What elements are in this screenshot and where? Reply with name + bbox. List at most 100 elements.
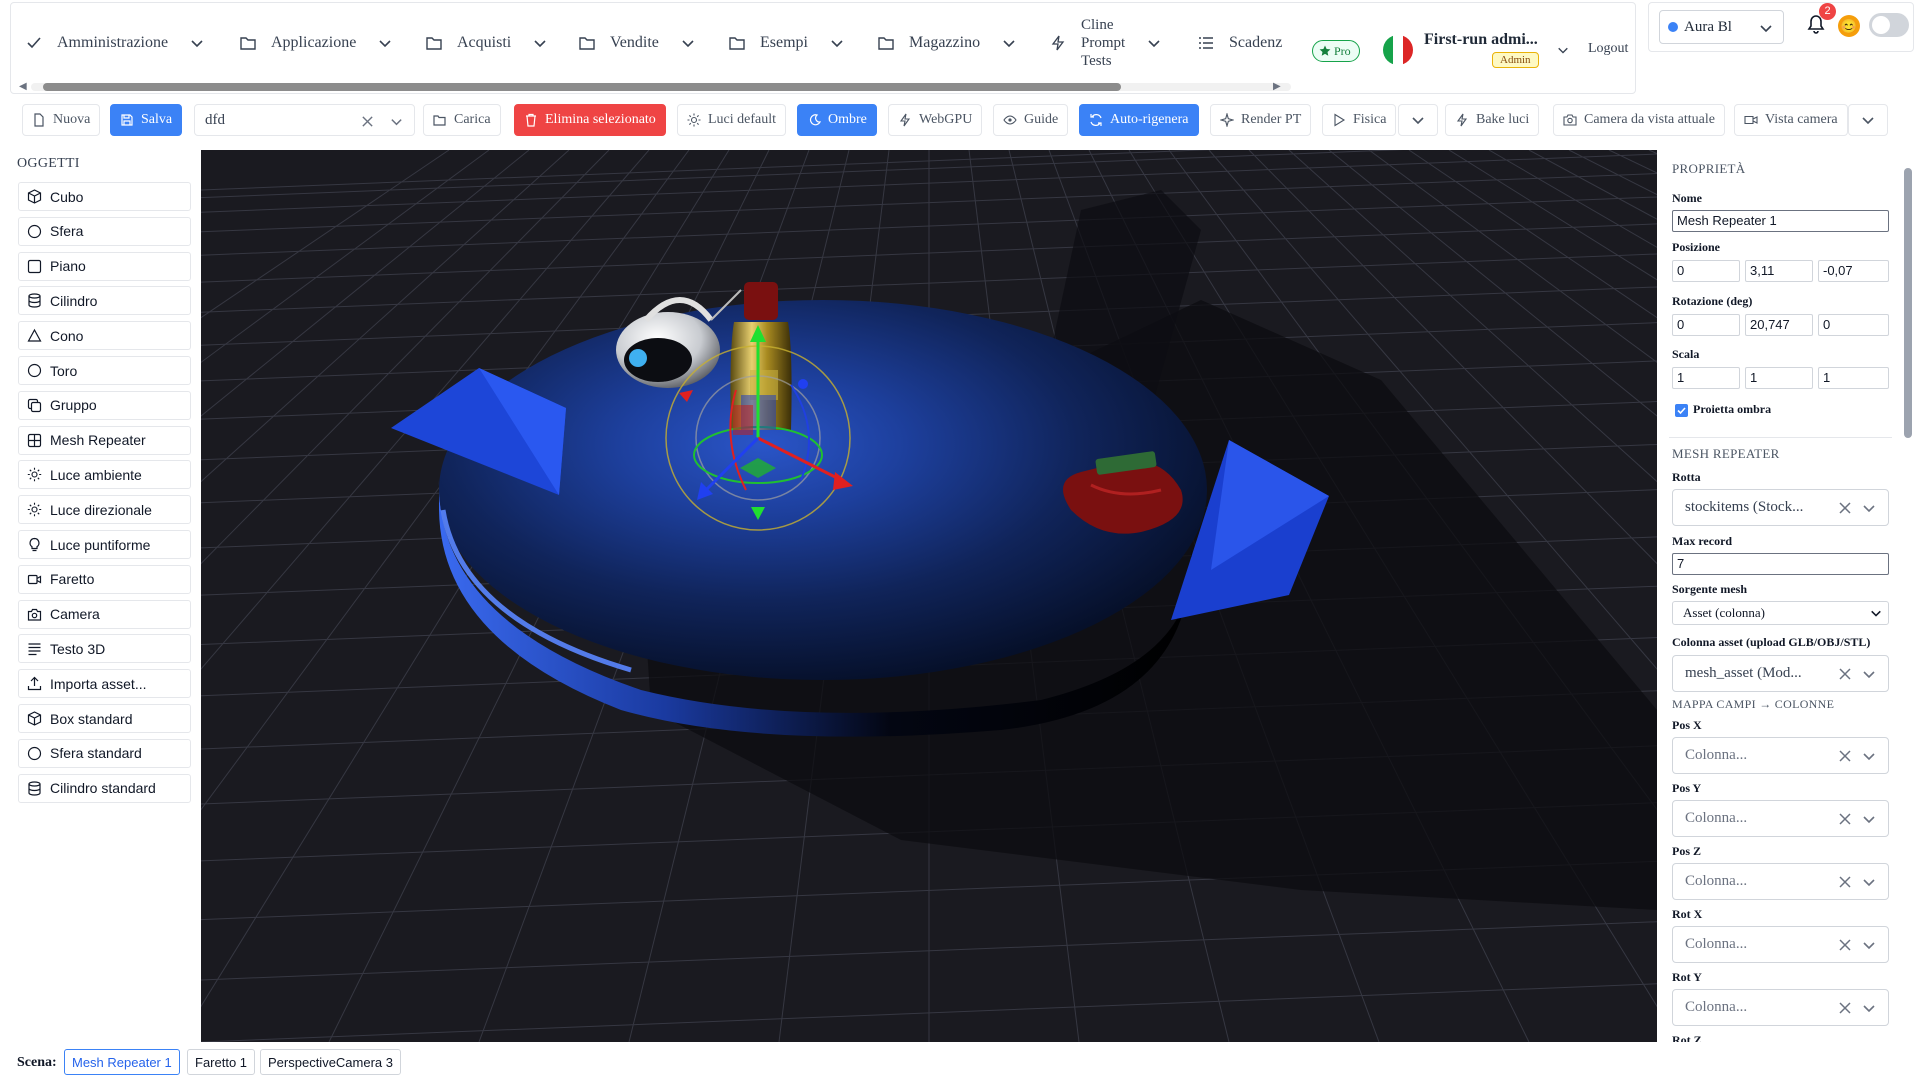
physics-dropdown-button[interactable] xyxy=(1398,104,1438,136)
rotation-z-input[interactable]: 0 xyxy=(1818,314,1889,336)
chevron-down-icon xyxy=(831,40,843,48)
clear-icon[interactable] xyxy=(1838,501,1852,515)
bake-lights-button[interactable]: Bake luci xyxy=(1445,104,1540,136)
cast-shadow-checkbox[interactable] xyxy=(1675,404,1688,417)
object-button-mesh-repeater[interactable]: Mesh Repeater xyxy=(18,425,191,455)
max-record-input[interactable]: 7 xyxy=(1672,553,1889,575)
sun-icon xyxy=(27,502,42,517)
object-button-sfera[interactable]: Sfera xyxy=(18,216,191,246)
object-button-luce-ambiente[interactable]: Luce ambiente xyxy=(18,460,191,490)
scrollbar-thumb[interactable] xyxy=(1904,168,1912,438)
object-button-importa-asset[interactable]: Importa asset... xyxy=(18,669,191,699)
clear-icon[interactable] xyxy=(361,115,374,128)
nav-label: Applicazione xyxy=(271,34,357,51)
3d-viewport[interactable] xyxy=(201,150,1657,1042)
clear-icon[interactable] xyxy=(1838,667,1852,681)
field-column-select-pos-z[interactable]: Colonna... xyxy=(1672,863,1889,900)
new-button[interactable]: Nuova xyxy=(22,104,101,136)
nav-item-acquisti[interactable]: Acquisti xyxy=(425,3,547,83)
object-button-piano[interactable]: Piano xyxy=(18,251,191,281)
scene-item-perspective-camera-3[interactable]: PerspectiveCamera 3 xyxy=(260,1049,401,1075)
object-button-faretto[interactable]: Faretto xyxy=(18,564,191,594)
asset-column-select[interactable]: mesh_asset (Mod... xyxy=(1672,655,1889,692)
scroll-right-icon[interactable]: ▶ xyxy=(1273,81,1281,92)
user-name[interactable]: First-run admi... xyxy=(1424,31,1538,49)
clear-icon[interactable] xyxy=(1838,875,1852,889)
avatar[interactable]: 😊 xyxy=(1838,15,1860,37)
route-select[interactable]: stockitems (Stock... xyxy=(1672,489,1889,526)
object-button-testo-3d[interactable]: Testo 3D xyxy=(18,634,191,664)
default-lights-button[interactable]: Luci default xyxy=(677,104,787,136)
object-button-luce-puntiforme[interactable]: Luce puntiforme xyxy=(18,530,191,559)
object-button-sfera-standard[interactable]: Sfera standard xyxy=(18,738,191,768)
scale-z-input[interactable]: 1 xyxy=(1818,367,1889,389)
object-button-cilindro-standard[interactable]: Cilindro standard xyxy=(18,773,191,803)
webgpu-button[interactable]: WebGPU xyxy=(888,104,983,136)
rotation-x-input[interactable]: 0 xyxy=(1672,314,1740,336)
physics-label: Fisica xyxy=(1353,112,1387,127)
rotation-y-input[interactable]: 20,747 xyxy=(1745,314,1813,336)
name-label: Nome xyxy=(1672,191,1702,205)
nav-item-cline-prompt-tests[interactable]: Cline Prompt Tests xyxy=(1049,3,1161,83)
nav-item-magazzino[interactable]: Magazzino xyxy=(877,3,1016,83)
check-icon xyxy=(27,37,41,49)
object-button-cilindro[interactable]: Cilindro xyxy=(18,286,191,316)
camera-view-dropdown-button[interactable] xyxy=(1848,104,1888,136)
field-column-select-rot-y[interactable]: Colonna... xyxy=(1672,989,1889,1026)
auto-regenerate-button[interactable]: Auto-rigenera xyxy=(1079,104,1199,136)
scene-item-mesh-repeater-1[interactable]: Mesh Repeater 1 xyxy=(64,1049,180,1075)
dark-mode-toggle[interactable] xyxy=(1869,13,1909,37)
scene-name-input[interactable]: dfd xyxy=(194,104,415,136)
object-button-cubo[interactable]: Cubo xyxy=(18,182,191,211)
nav-item-scadenze[interactable]: Scadenz xyxy=(1197,3,1297,83)
position-z-input[interactable]: -0,07 xyxy=(1818,260,1889,282)
clear-icon[interactable] xyxy=(1838,938,1852,952)
field-column-select-rot-x[interactable]: Colonna... xyxy=(1672,926,1889,963)
camera-view-button[interactable]: Vista camera xyxy=(1734,104,1848,136)
chevron-down-icon[interactable] xyxy=(1557,44,1569,56)
object-button-luce-direzionale[interactable]: Luce direzionale xyxy=(18,495,191,525)
nav-item-esempi[interactable]: Esempi xyxy=(728,3,844,83)
mesh-source-select[interactable]: Asset (colonna) xyxy=(1672,601,1889,625)
object-button-gruppo[interactable]: Gruppo xyxy=(18,390,191,420)
object-button-cono[interactable]: Cono xyxy=(18,321,191,351)
scale-x-input[interactable]: 1 xyxy=(1672,367,1740,389)
load-button[interactable]: Carica xyxy=(423,104,501,136)
camera-from-view-button[interactable]: Camera da vista attuale xyxy=(1553,104,1725,136)
object-button-box-standard[interactable]: Box standard xyxy=(18,704,191,733)
object-button-label: Toro xyxy=(50,362,78,379)
scroll-left-icon[interactable]: ◀ xyxy=(19,81,27,92)
clear-icon[interactable] xyxy=(1838,1001,1852,1015)
scene-item-faretto-1[interactable]: Faretto 1 xyxy=(187,1049,256,1075)
name-input[interactable]: Mesh Repeater 1 xyxy=(1672,210,1889,232)
nav-item-vendite[interactable]: Vendite xyxy=(578,3,695,83)
italy-flag-icon[interactable] xyxy=(1383,35,1413,65)
field-column-select-pos-x[interactable]: Colonna... xyxy=(1672,737,1889,774)
horizontal-scrollbar[interactable] xyxy=(31,83,1291,91)
object-button-toro[interactable]: Toro xyxy=(18,356,191,385)
shadows-toggle-button[interactable]: Ombre xyxy=(797,104,877,136)
logout-button[interactable]: Logout xyxy=(1588,41,1628,57)
scrollbar-thumb[interactable] xyxy=(43,83,1121,91)
physics-button[interactable]: Fisica xyxy=(1322,104,1397,136)
delete-selected-button[interactable]: Elimina selezionato xyxy=(514,104,666,136)
3d-scene-canvas[interactable] xyxy=(201,150,1657,1042)
save-button[interactable]: Salva xyxy=(110,104,183,136)
sun-icon xyxy=(687,113,701,127)
guides-button[interactable]: Guide xyxy=(993,104,1069,136)
vertical-scrollbar[interactable] xyxy=(1902,150,1914,1042)
nav-item-applicazione[interactable]: Applicazione xyxy=(239,3,392,83)
field-column-select-pos-y[interactable]: Colonna... xyxy=(1672,800,1889,837)
scale-y-input[interactable]: 1 xyxy=(1745,367,1813,389)
cylinder-icon xyxy=(28,293,41,308)
nav-item-amministrazione[interactable]: Amministrazione xyxy=(25,3,204,83)
clear-icon[interactable] xyxy=(1838,812,1852,826)
position-x-input[interactable]: 0 xyxy=(1672,260,1740,282)
object-button-camera[interactable]: Camera xyxy=(18,599,191,629)
theme-select[interactable]: Aura Bl xyxy=(1659,10,1784,44)
position-y-input[interactable]: 3,11 xyxy=(1745,260,1813,282)
clear-icon[interactable] xyxy=(1838,749,1852,763)
render-pt-button[interactable]: Render PT xyxy=(1210,104,1312,136)
chevron-down-icon[interactable] xyxy=(390,115,403,128)
guides-label: Guide xyxy=(1024,112,1059,127)
